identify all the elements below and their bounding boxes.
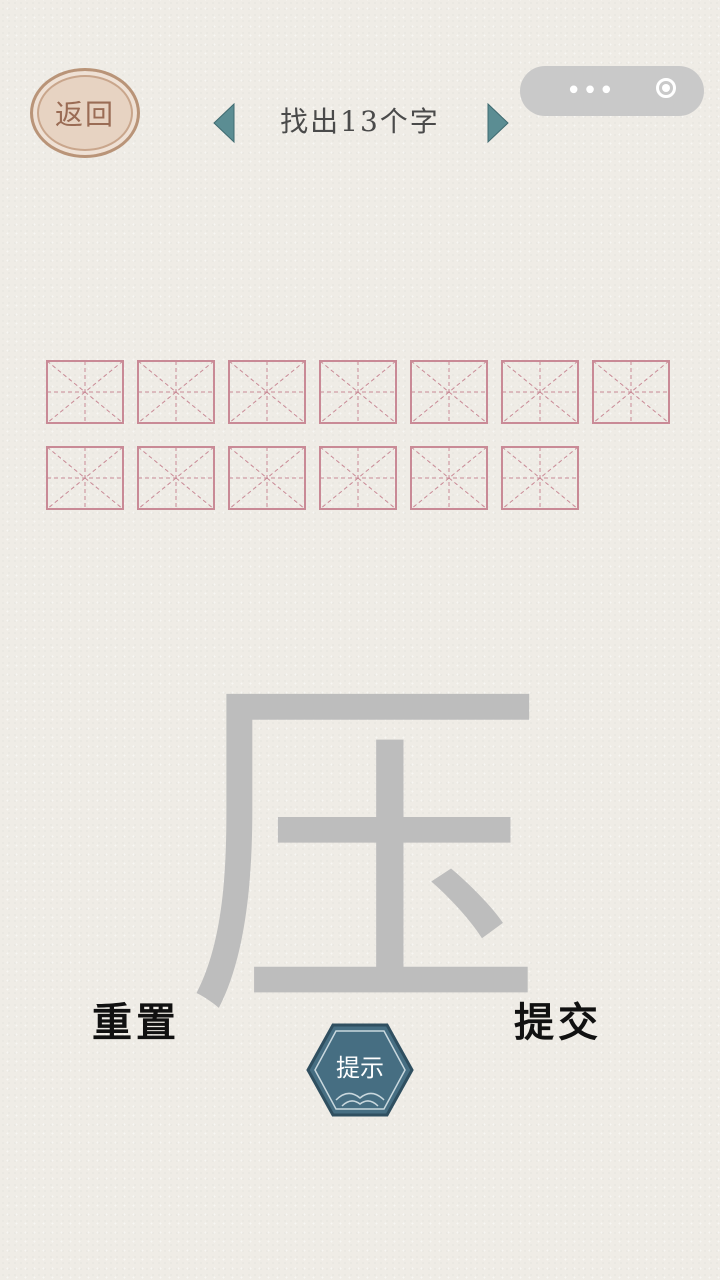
answer-cell[interactable] — [228, 446, 306, 510]
back-button[interactable]: 返回 — [30, 68, 140, 158]
answer-row-1 — [46, 360, 670, 424]
answer-cell[interactable] — [46, 360, 124, 424]
answer-cell[interactable] — [319, 446, 397, 510]
level-title: 找出13个字 — [280, 105, 440, 138]
answer-cell[interactable] — [501, 360, 579, 424]
answer-row-2 — [46, 446, 579, 510]
hint-button[interactable]: 提示 — [306, 1022, 414, 1118]
answer-cell[interactable] — [228, 360, 306, 424]
main-character[interactable]: 压 — [130, 675, 600, 1035]
reset-button[interactable]: 重置 — [92, 990, 180, 1048]
answer-cell[interactable] — [410, 360, 488, 424]
target-icon[interactable] — [656, 78, 676, 98]
answer-cell[interactable] — [592, 360, 670, 424]
answer-cell[interactable] — [137, 360, 215, 424]
submit-button[interactable]: 提交 — [514, 990, 602, 1048]
hint-label: 提示 — [336, 1054, 384, 1082]
back-label: 返回 — [54, 98, 115, 131]
mini-program-capsule[interactable]: ••• — [520, 66, 704, 116]
previous-level-icon[interactable] — [212, 102, 236, 144]
next-level-icon[interactable] — [486, 102, 510, 144]
answer-cell[interactable] — [319, 360, 397, 424]
more-dots-icon[interactable]: ••• — [566, 78, 615, 104]
answer-cell[interactable] — [501, 446, 579, 510]
answer-cell[interactable] — [137, 446, 215, 510]
answer-cell[interactable] — [410, 446, 488, 510]
hint-hexagon-icon: 提示 — [306, 1023, 414, 1117]
answer-cell[interactable] — [46, 446, 124, 510]
